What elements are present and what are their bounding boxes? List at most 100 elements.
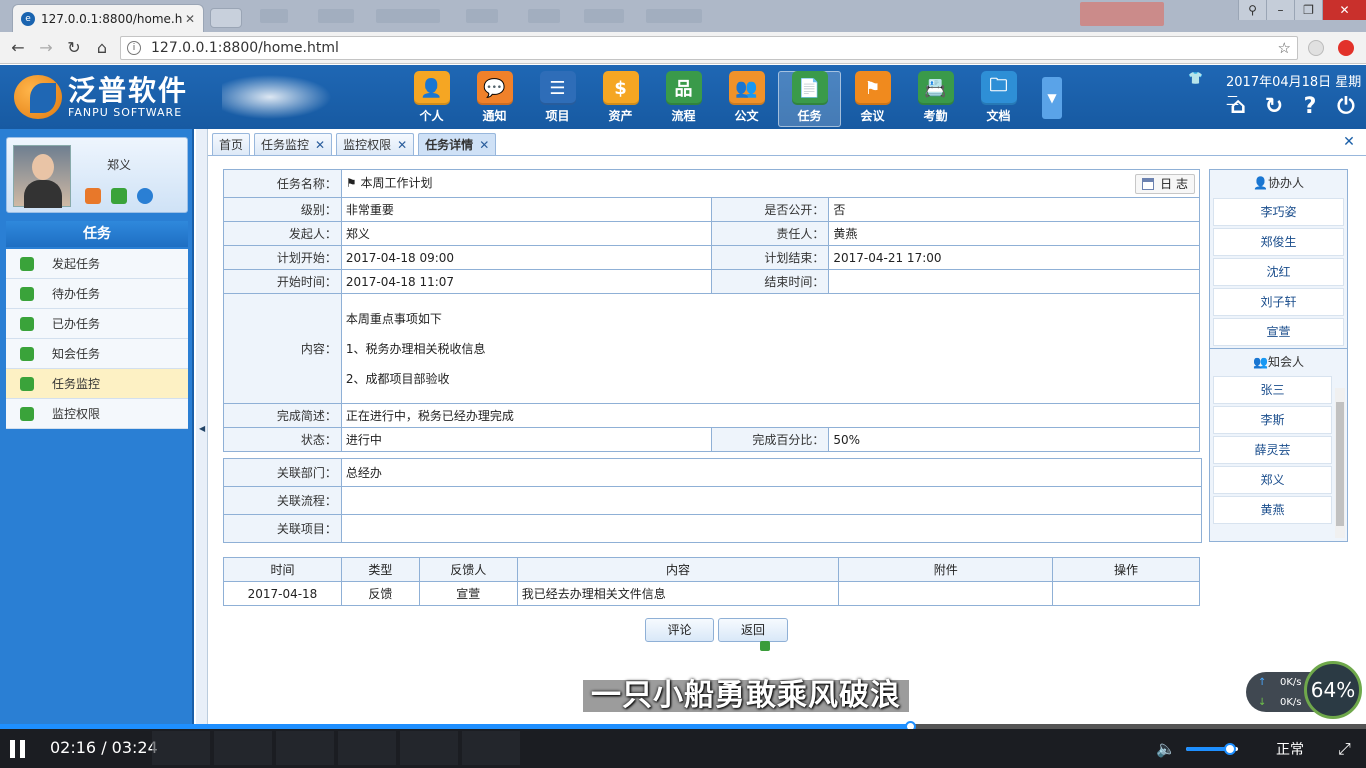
co-handlers-header: 👤协办人 — [1210, 170, 1347, 196]
maximize-button[interactable]: ❐ — [1294, 0, 1322, 20]
person-item[interactable]: 李斯 — [1213, 406, 1332, 434]
volume-icon[interactable]: 🔈 — [1156, 739, 1176, 758]
table-row: 2017-04-18 反馈 宣萱 我已经去办理相关文件信息 — [223, 581, 1200, 606]
scrollbar-thumb[interactable] — [1336, 402, 1344, 526]
close-tab-icon[interactable]: ✕ — [479, 138, 489, 152]
sidebar-item[interactable]: 待办任务 — [6, 279, 188, 309]
volume-slider[interactable] — [1186, 743, 1238, 755]
bookmark-star-icon[interactable]: ☆ — [1278, 39, 1291, 57]
module-coin[interactable]: $ 资产 — [589, 71, 652, 127]
initiator-value: 郑义 — [340, 221, 713, 246]
user-add-icon: 👤 — [1253, 176, 1268, 190]
power-icon[interactable]: ⏻ — [1334, 95, 1358, 119]
comment-button[interactable]: 评论 — [645, 618, 714, 642]
new-tab-button[interactable] — [210, 8, 242, 28]
log-button[interactable]: 日 志 — [1135, 173, 1195, 194]
taskbar-app-icon[interactable] — [152, 731, 210, 765]
taskbar-app-icon[interactable] — [276, 731, 334, 765]
content-tab[interactable]: 任务详情 ✕ — [418, 133, 497, 155]
logo-mark-icon — [14, 75, 62, 119]
module-more-button[interactable]: ▼ — [1042, 77, 1062, 119]
extension-icon[interactable] — [1308, 40, 1324, 56]
related-dept-value: 总经办 — [340, 458, 1203, 487]
module-person[interactable]: 👤 个人 — [400, 71, 463, 127]
taskbar-app-icon[interactable] — [400, 731, 458, 765]
extension-icon[interactable] — [1338, 40, 1354, 56]
person-item[interactable]: 薛灵芸 — [1213, 436, 1332, 464]
module-task[interactable]: 📄 任务 — [778, 71, 841, 127]
content-tab[interactable]: 首页 — [212, 133, 251, 155]
taskbar-app-icon[interactable] — [214, 731, 272, 765]
content-tab[interactable]: 任务监控 ✕ — [254, 133, 333, 155]
person-item[interactable]: 黄燕 — [1213, 496, 1332, 524]
skin-icon[interactable]: 👕 — [1188, 71, 1203, 85]
close-tab-icon[interactable]: ✕ — [185, 12, 195, 26]
plan-start-label: 计划开始： — [223, 245, 342, 270]
minimize-button[interactable]: – — [1266, 0, 1294, 20]
module-list[interactable]: ☰ 项目 — [526, 71, 589, 127]
module-chat[interactable]: 💬 通知 — [463, 71, 526, 127]
feedback-cell — [1052, 581, 1200, 606]
sidebar-item[interactable]: 任务监控 — [6, 369, 188, 399]
person-item[interactable]: 郑义 — [1213, 466, 1332, 494]
fullscreen-icon[interactable]: ⤢ — [1338, 739, 1351, 759]
taskbar-app-icon[interactable] — [338, 731, 396, 765]
menu-item-icon — [20, 286, 34, 301]
browser-tab[interactable]: e 127.0.0.1:8800/home.h ✕ — [12, 4, 204, 32]
sidebar-item[interactable]: 已办任务 — [6, 309, 188, 339]
back-button[interactable]: 返回 — [718, 618, 788, 642]
person-item[interactable]: 刘子轩 — [1213, 288, 1344, 316]
percent-label: 完成百分比： — [711, 427, 830, 452]
person-item[interactable]: 沈红 — [1213, 258, 1344, 286]
lock-icon[interactable] — [85, 188, 101, 204]
person-item[interactable]: 张三 — [1213, 376, 1332, 404]
task-icon: 📄 — [791, 71, 828, 105]
home-icon[interactable]: ⌂ — [1226, 95, 1250, 119]
content-tab[interactable]: 监控权限 ✕ — [336, 133, 415, 155]
edit-icon[interactable] — [111, 188, 127, 204]
close-tab-icon[interactable]: ✕ — [397, 138, 407, 152]
notify-scrollbar[interactable] — [1335, 388, 1345, 538]
person-item[interactable]: 李巧姿 — [1213, 198, 1344, 226]
module-people[interactable]: 👥 公文 — [715, 71, 778, 127]
pause-button[interactable] — [10, 740, 26, 758]
start-time-value: 2017-04-18 11:07 — [340, 269, 713, 294]
notify-header: 👥知会人 — [1210, 348, 1347, 374]
reload-icon[interactable]: ↻ — [64, 38, 84, 58]
refresh-icon[interactable]: ↻ — [1262, 95, 1286, 119]
module-label: 项目 — [545, 109, 570, 123]
blurred-bookmark — [466, 9, 498, 23]
module-flow[interactable]: 品流程 — [652, 71, 715, 127]
person-item[interactable]: 宣萱 — [1213, 318, 1344, 346]
playback-speed[interactable]: 正常 — [1276, 739, 1304, 759]
module-label: 任务 — [797, 109, 822, 123]
module-folder[interactable]: 🗀 文档 — [967, 71, 1030, 127]
logo-text: 泛普软件 — [68, 73, 189, 107]
close-tab-icon[interactable]: ✕ — [315, 138, 325, 152]
close-window-button[interactable]: ✕ — [1322, 0, 1366, 20]
person-item[interactable]: 郑俊生 — [1213, 228, 1344, 256]
related-flow-label: 关联流程： — [223, 486, 342, 515]
module-meeting[interactable]: ⚑ 会议 — [841, 71, 904, 127]
sidebar-item[interactable]: 监控权限 — [6, 399, 188, 429]
calendar-icon — [1142, 177, 1155, 190]
user-profile-icon[interactable] — [137, 188, 153, 204]
memory-gauge[interactable]: 64% — [1304, 661, 1362, 719]
sidebar-item[interactable]: 知会任务 — [6, 339, 188, 369]
module-attendance[interactable]: 📇 考勤 — [904, 71, 967, 127]
url-input[interactable]: i 127.0.0.1:8800/home.html ☆ — [120, 36, 1298, 60]
taskbar-app-icon[interactable] — [462, 731, 520, 765]
help-icon[interactable]: ? — [1298, 95, 1322, 119]
sidebar-item[interactable]: 发起任务 — [6, 249, 188, 279]
home-icon[interactable]: ⌂ — [92, 38, 112, 58]
sidebar-collapse-handle[interactable]: ◀ — [196, 129, 208, 727]
close-all-tabs-icon[interactable]: ✕ — [1340, 133, 1358, 151]
volume-knob[interactable] — [1224, 743, 1237, 755]
flag-icon: ⚑ — [345, 175, 357, 190]
info-icon[interactable]: i — [127, 41, 141, 55]
user-icon[interactable]: ⚲ — [1238, 0, 1266, 20]
feedback-cell: 反馈 — [340, 581, 420, 606]
module-label: 会议 — [860, 109, 885, 123]
forward-icon[interactable]: → — [36, 38, 56, 58]
back-icon[interactable]: ← — [8, 38, 28, 58]
